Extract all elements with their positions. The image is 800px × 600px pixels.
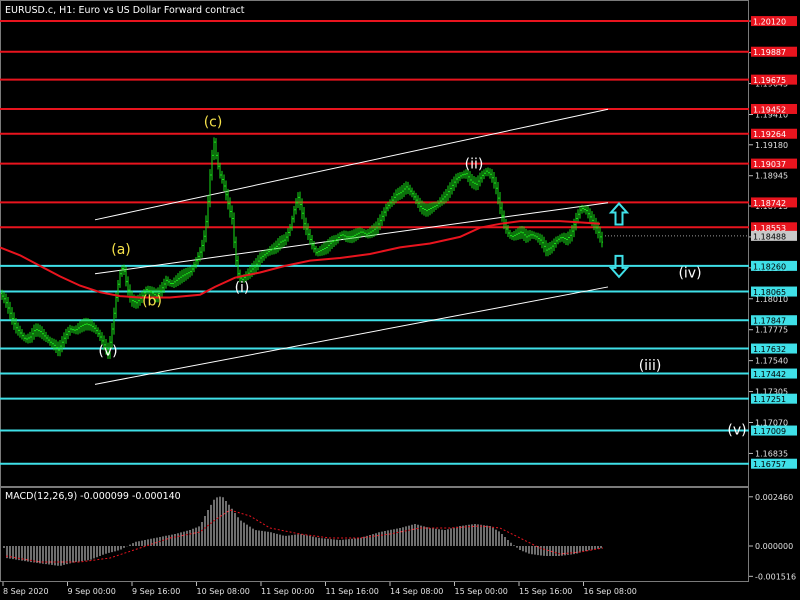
resistance-level-label: 1.19452 xyxy=(753,105,786,114)
support-level-label: 1.17847 xyxy=(753,317,786,326)
time-tick-label: 10 Sep 08:00 xyxy=(197,587,250,596)
resistance-level-label: 1.19675 xyxy=(753,76,786,85)
wave-label: (c) xyxy=(204,114,223,130)
price-tick-label: 1.17775 xyxy=(755,326,788,335)
price-tick-label: 1.17540 xyxy=(755,357,788,366)
time-tick-label: 14 Sep 08:00 xyxy=(390,587,443,596)
time-tick-label: 9 Sep 16:00 xyxy=(132,587,180,596)
chart: 1.201201.198801.196451.194101.191801.189… xyxy=(0,0,800,600)
support-level-label: 1.17251 xyxy=(753,395,786,404)
price-tick-label: 1.16835 xyxy=(755,449,788,458)
resistance-level-label: 1.19887 xyxy=(753,48,786,57)
time-tick-label: 11 Sep 16:00 xyxy=(326,587,379,596)
time-tick-label: 15 Sep 16:00 xyxy=(519,587,572,596)
current-price-label: 1.18488 xyxy=(753,232,786,241)
wave-label: (iii) xyxy=(639,358,662,374)
resistance-level-label: 1.19264 xyxy=(753,130,786,139)
resistance-level-label: 1.19037 xyxy=(753,160,786,169)
price-tick-label: 1.18945 xyxy=(755,172,788,181)
resistance-level-label: 1.20120 xyxy=(753,18,786,27)
support-level-label: 1.17442 xyxy=(753,370,786,379)
wave-label: (iv) xyxy=(678,266,701,282)
macd-label: MACD(12,26,9) -0.000099 -0.000140 xyxy=(5,491,181,502)
resistance-level-label: 1.18742 xyxy=(753,199,786,208)
time-tick-label: 11 Sep 00:00 xyxy=(261,587,314,596)
macd-tick-label: 0.000000 xyxy=(755,542,793,551)
support-level-label: 1.17009 xyxy=(753,427,786,436)
support-level-label: 1.16757 xyxy=(753,460,786,469)
wave-label: (ii) xyxy=(465,156,484,172)
chart-title: EURUSD.c, H1: Euro vs US Dollar Forward … xyxy=(5,5,245,16)
time-tick-label: 16 Sep 08:00 xyxy=(584,587,637,596)
wave-label: (a) xyxy=(111,242,131,258)
support-level-label: 1.17632 xyxy=(753,345,786,354)
wave-label: (b) xyxy=(142,293,162,309)
macd-tick-label: -0.001516 xyxy=(755,572,796,581)
support-level-label: 1.18260 xyxy=(753,262,786,271)
time-tick-label: 15 Sep 00:00 xyxy=(455,587,508,596)
wave-label: (i) xyxy=(235,280,250,296)
price-tick-label: 1.19180 xyxy=(755,141,788,150)
wave-label: (v) xyxy=(98,343,117,359)
time-tick-label: 8 Sep 2020 xyxy=(3,587,49,596)
wave-label: (v) xyxy=(727,422,746,438)
support-level-label: 1.18065 xyxy=(753,288,786,297)
macd-tick-label: 0.002460 xyxy=(755,493,793,502)
time-tick-label: 9 Sep 00:00 xyxy=(68,587,116,596)
